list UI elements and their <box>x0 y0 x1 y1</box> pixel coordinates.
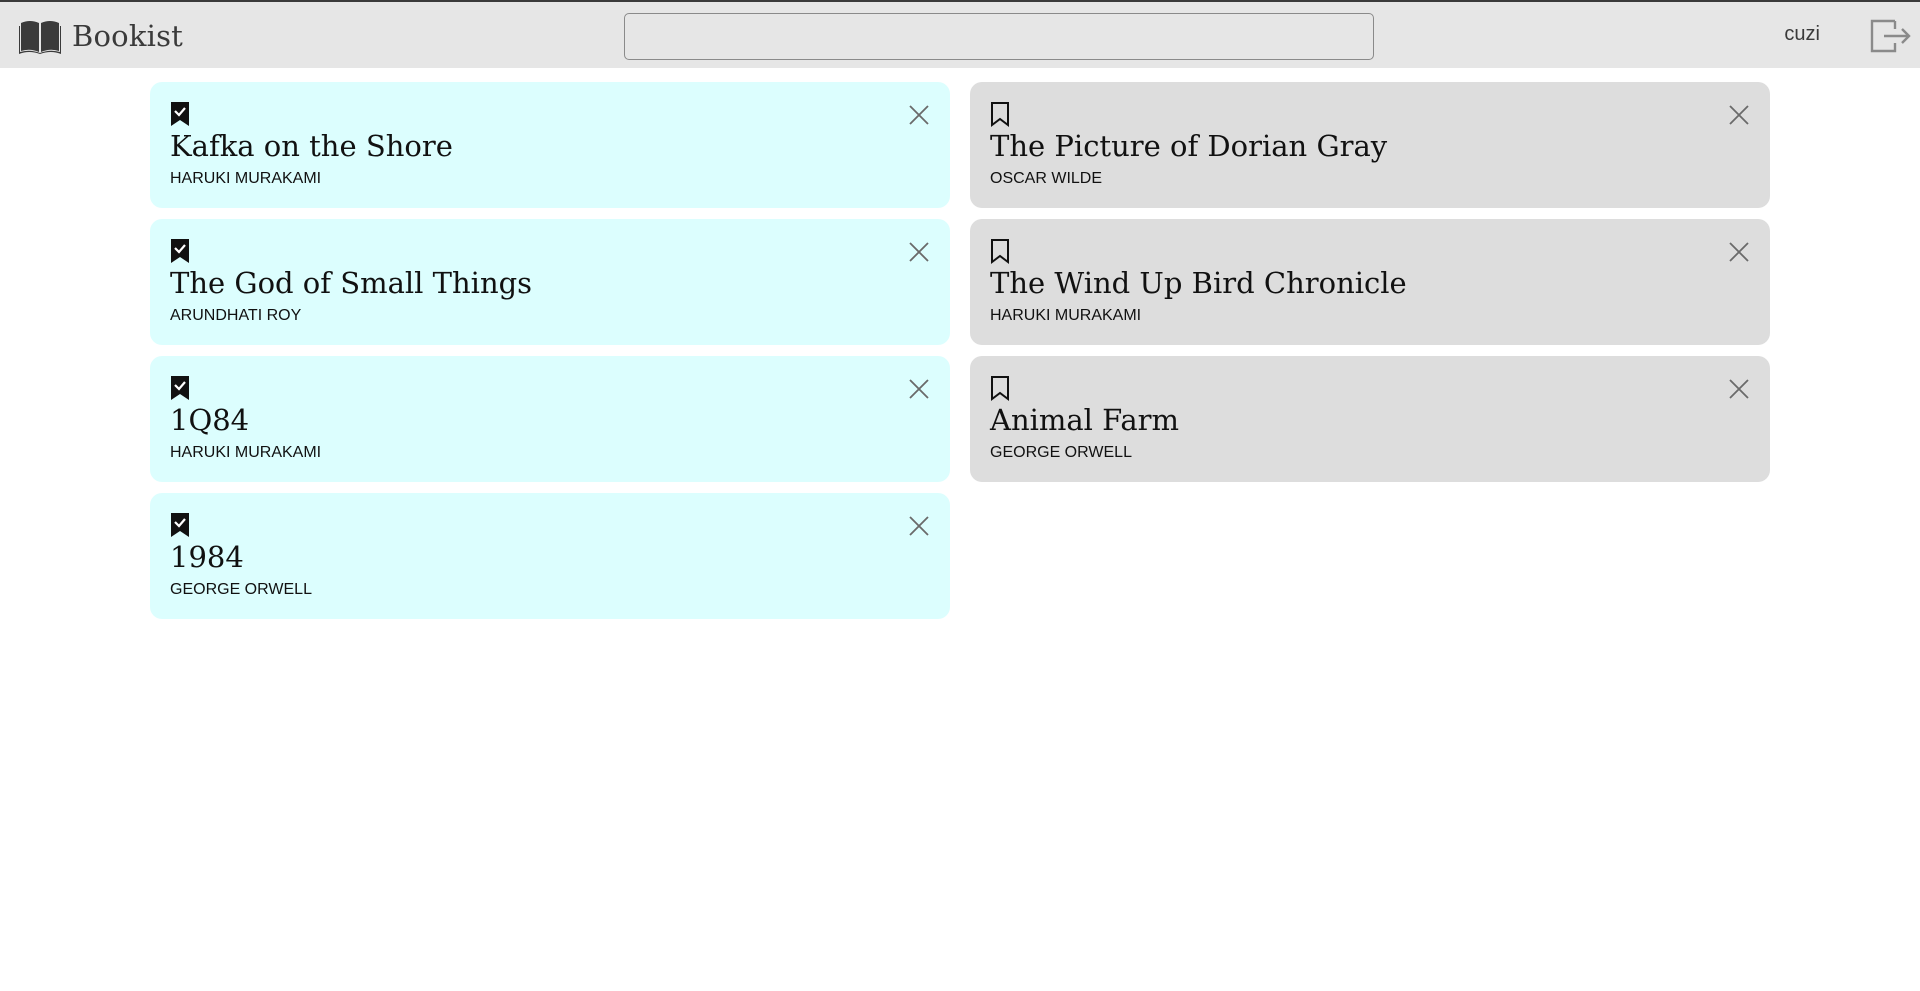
close-icon[interactable] <box>908 241 930 263</box>
app-name: Bookist <box>72 19 184 53</box>
book-author: HARUKI MURAKAMI <box>170 170 322 187</box>
bookmark-check-icon[interactable] <box>170 375 190 401</box>
book-card[interactable]: The Wind Up Bird Chronicle HARUKI MURAKA… <box>970 219 1770 345</box>
book-title: Animal Farm <box>990 403 1179 437</box>
book-author: GEORGE ORWELL <box>170 581 312 598</box>
top-bar: Bookist cuzi <box>0 0 1920 68</box>
book-author: ARUNDHATI ROY <box>170 307 302 324</box>
book-author: OSCAR WILDE <box>990 170 1103 187</box>
book-card[interactable]: 1984 GEORGE ORWELL <box>150 493 950 619</box>
book-card[interactable]: Animal Farm GEORGE ORWELL <box>970 356 1770 482</box>
bookmark-outline-icon[interactable] <box>990 101 1010 127</box>
bookmark-outline-icon[interactable] <box>990 238 1010 264</box>
bookmark-check-icon[interactable] <box>170 101 190 127</box>
book-title: The God of Small Things <box>170 266 533 300</box>
open-book-icon <box>19 21 61 54</box>
book-author: HARUKI MURAKAMI <box>170 444 322 461</box>
book-title: Kafka on the Shore <box>170 129 453 163</box>
bookmark-check-icon[interactable] <box>170 238 190 264</box>
logout-icon[interactable] <box>1869 18 1911 54</box>
close-icon[interactable] <box>1728 378 1750 400</box>
book-card[interactable]: The God of Small Things ARUNDHATI ROY <box>150 219 950 345</box>
book-title: 1Q84 <box>170 403 250 437</box>
bookmark-check-icon[interactable] <box>170 512 190 538</box>
close-icon[interactable] <box>1728 241 1750 263</box>
close-icon[interactable] <box>1728 104 1750 126</box>
bookmark-outline-icon[interactable] <box>990 375 1010 401</box>
close-icon[interactable] <box>908 104 930 126</box>
book-author: HARUKI MURAKAMI <box>990 307 1142 324</box>
book-title: 1984 <box>170 540 244 574</box>
close-icon[interactable] <box>908 378 930 400</box>
book-card[interactable]: 1Q84 HARUKI MURAKAMI <box>150 356 950 482</box>
close-icon[interactable] <box>908 515 930 537</box>
search-input[interactable] <box>624 13 1374 60</box>
book-title: The Picture of Dorian Gray <box>990 129 1388 163</box>
book-card[interactable]: Kafka on the Shore HARUKI MURAKAMI <box>150 82 950 208</box>
username[interactable]: cuzi <box>1784 23 1820 46</box>
book-card[interactable]: The Picture of Dorian Gray OSCAR WILDE <box>970 82 1770 208</box>
book-title: The Wind Up Bird Chronicle <box>990 266 1407 300</box>
book-column-right: The Picture of Dorian Gray OSCAR WILDE T… <box>970 82 1770 493</box>
book-column-left: Kafka on the Shore HARUKI MURAKAMI The G… <box>150 82 950 630</box>
book-author: GEORGE ORWELL <box>990 444 1132 461</box>
brand[interactable]: Bookist <box>19 16 183 56</box>
